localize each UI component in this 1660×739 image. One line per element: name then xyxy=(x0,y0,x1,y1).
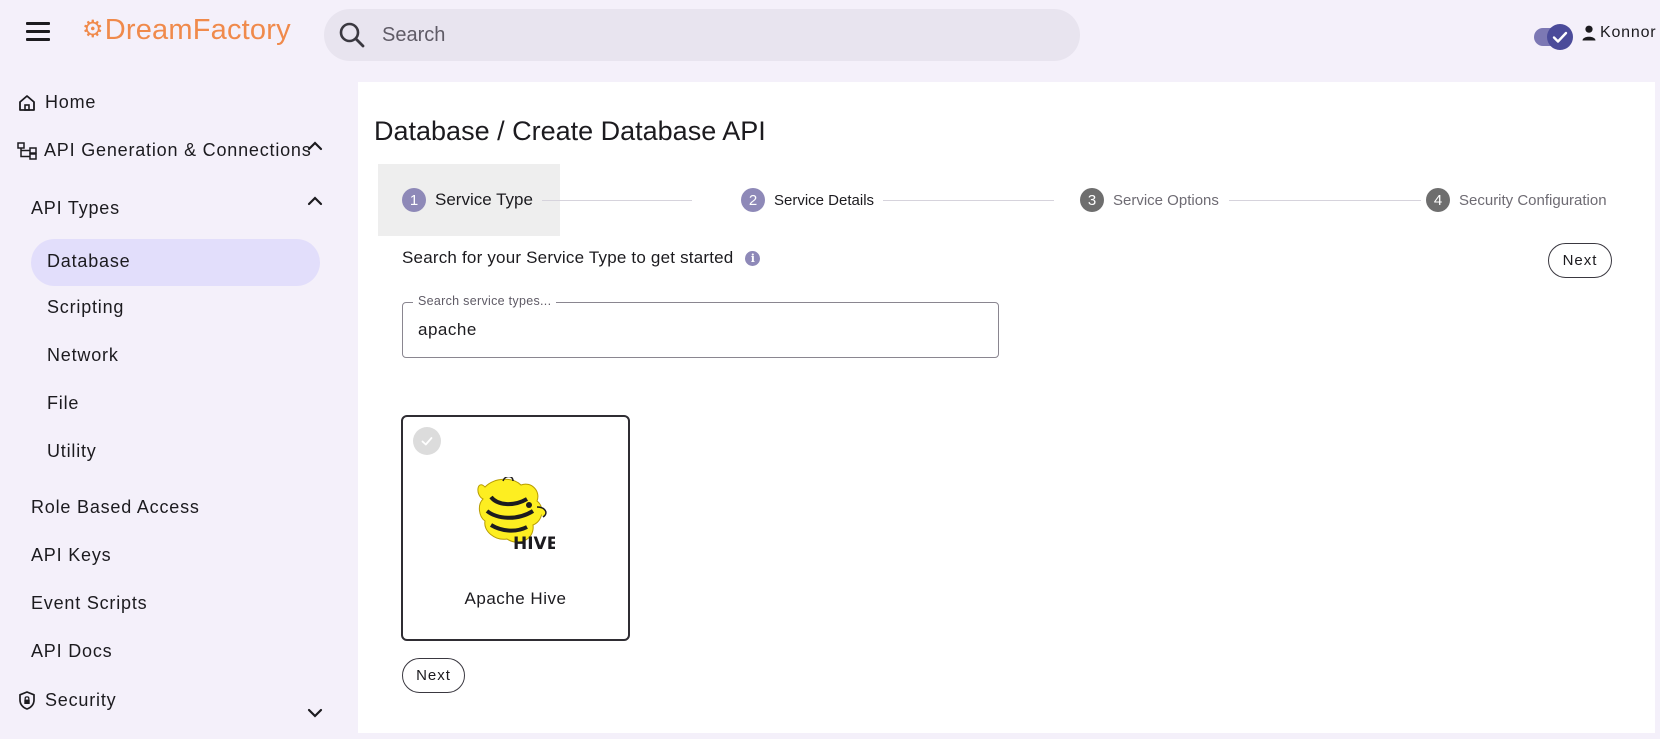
chevron-down-icon[interactable] xyxy=(307,707,323,719)
step-number: 3 xyxy=(1080,188,1104,212)
step-label: Security Configuration xyxy=(1459,191,1607,209)
sidebar-item-api-docs[interactable]: API Docs xyxy=(31,641,112,662)
apache-hive-logo: HIVE xyxy=(477,477,555,553)
step-service-options[interactable]: 3 Service Options xyxy=(1080,188,1219,212)
top-bar: ⚙DreamFactory Konnor xyxy=(0,0,1660,72)
sidebar-item-utility[interactable]: Utility xyxy=(47,441,97,462)
sidebar-item-api-generation[interactable]: API Generation & Connections xyxy=(17,140,312,161)
home-icon xyxy=(19,94,35,111)
info-icon[interactable]: i xyxy=(745,250,761,266)
global-search xyxy=(324,9,1080,61)
sidebar-item-home[interactable]: Home xyxy=(18,92,96,113)
sidebar-item-label: Database xyxy=(47,251,131,271)
main-panel: Database / Create Database API 1 Service… xyxy=(358,82,1655,733)
sidebar-item-label: Utility xyxy=(47,441,97,461)
sidebar-item-label: Security xyxy=(45,690,117,710)
toggle-knob xyxy=(1547,24,1573,50)
field-label: Search service types... xyxy=(413,294,557,308)
step-security-configuration[interactable]: 4 Security Configuration xyxy=(1426,188,1607,212)
step-label: Service Details xyxy=(774,191,875,209)
next-button-bottom[interactable]: Next xyxy=(402,658,465,693)
logo-wordmark: HIVE xyxy=(513,534,555,553)
sidebar-item-label: API Keys xyxy=(31,545,112,565)
step-connector xyxy=(1229,200,1421,201)
search-hint: Search for your Service Type to get star… xyxy=(402,248,761,268)
step-number: 4 xyxy=(1426,188,1450,212)
sidebar-item-label: API Generation & Connections xyxy=(44,140,312,160)
step-label: Service Type xyxy=(435,190,533,209)
person-icon xyxy=(1582,25,1596,41)
service-name: Apache Hive xyxy=(464,589,567,608)
step-service-details[interactable]: 2 Service Details xyxy=(741,188,874,212)
sidebar: Home API Generation & Connections API Ty… xyxy=(0,78,340,739)
sidebar-item-label: File xyxy=(47,393,80,413)
page-title: Database / Create Database API xyxy=(374,116,766,146)
sidebar-item-label: Role Based Access xyxy=(31,497,200,517)
step-connector xyxy=(542,200,692,201)
shield-lock-icon xyxy=(19,691,35,710)
chevron-up-icon[interactable] xyxy=(307,195,323,207)
user-menu[interactable]: Konnor xyxy=(1582,24,1656,42)
hierarchy-icon xyxy=(17,141,37,160)
service-type-search-input[interactable] xyxy=(418,317,978,343)
menu-icon[interactable] xyxy=(26,22,50,44)
sidebar-item-file[interactable]: File xyxy=(47,393,79,414)
sidebar-item-label: Home xyxy=(45,92,97,112)
brand-logo[interactable]: ⚙DreamFactory xyxy=(82,14,291,47)
next-button-top[interactable]: Next xyxy=(1548,243,1612,278)
search-input[interactable] xyxy=(382,17,1062,53)
sidebar-item-label: Event Scripts xyxy=(31,593,148,613)
sidebar-item-label: API Types xyxy=(31,198,120,218)
step-number: 1 xyxy=(402,188,426,212)
check-icon xyxy=(1552,31,1568,43)
sidebar-item-scripting[interactable]: Scripting xyxy=(47,297,124,318)
sidebar-item-event-scripts[interactable]: Event Scripts xyxy=(31,593,147,614)
sidebar-item-api-types[interactable]: API Types xyxy=(31,198,120,219)
search-icon xyxy=(339,22,365,48)
gear-icon: ⚙ xyxy=(82,16,104,43)
sidebar-item-network[interactable]: Network xyxy=(47,345,119,366)
theme-toggle[interactable] xyxy=(1534,24,1573,50)
brand-name: DreamFactory xyxy=(104,14,291,46)
step-number: 2 xyxy=(741,188,765,212)
hint-text: Search for your Service Type to get star… xyxy=(402,248,734,267)
sidebar-item-label: Network xyxy=(47,345,119,365)
sidebar-item-database[interactable]: Database xyxy=(31,239,320,286)
sidebar-item-security[interactable]: Security xyxy=(18,690,116,711)
sidebar-item-label: API Docs xyxy=(31,641,113,661)
service-type-search-field: Search service types... xyxy=(402,294,999,358)
step-connector xyxy=(883,200,1054,201)
select-check-icon[interactable] xyxy=(413,427,441,455)
sidebar-item-label: Scripting xyxy=(47,297,125,317)
sidebar-item-api-keys[interactable]: API Keys xyxy=(31,545,111,566)
service-card-apache-hive[interactable]: HIVE Apache Hive xyxy=(401,415,630,641)
chevron-up-icon[interactable] xyxy=(307,140,323,152)
step-label: Service Options xyxy=(1113,191,1219,209)
step-service-type[interactable]: 1 Service Type xyxy=(402,188,533,212)
user-name: Konnor xyxy=(1600,24,1657,41)
sidebar-item-role-based-access[interactable]: Role Based Access xyxy=(31,497,200,518)
